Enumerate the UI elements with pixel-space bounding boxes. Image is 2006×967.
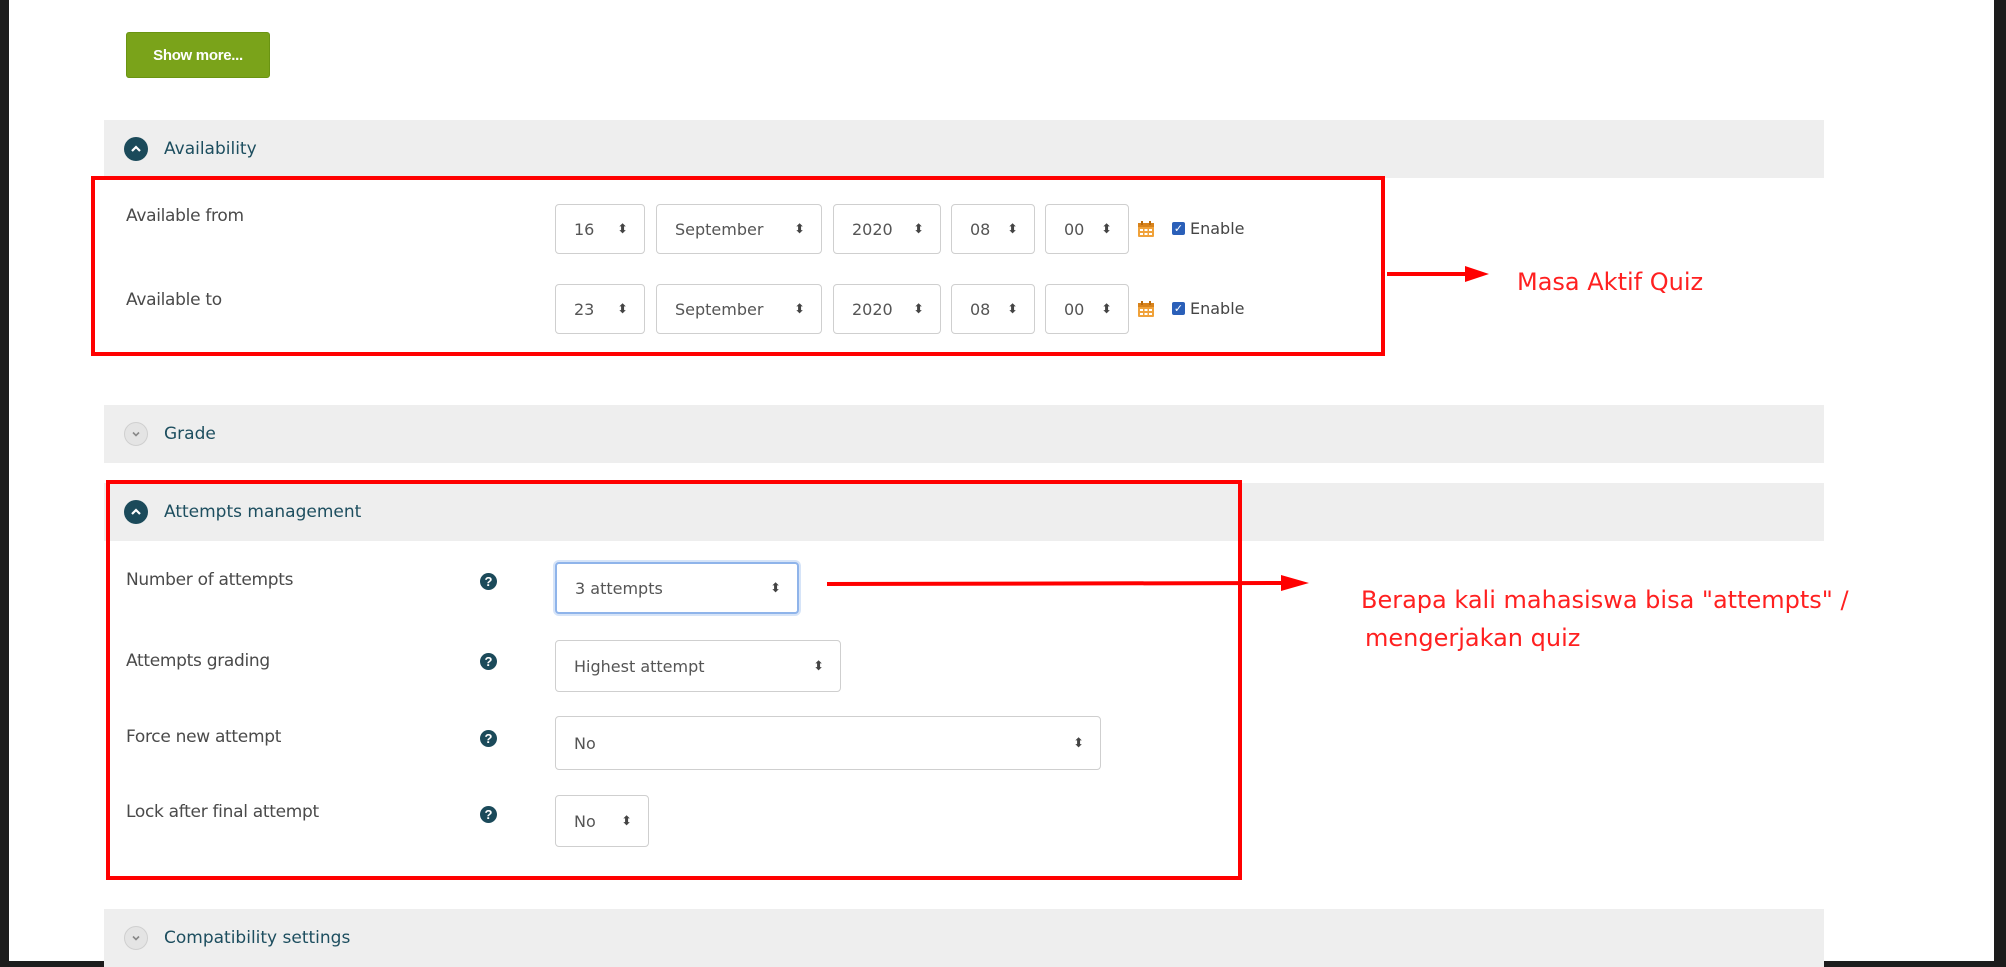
chevron-down-icon[interactable] xyxy=(124,422,148,446)
availability-header[interactable]: Availability xyxy=(104,120,1824,178)
compatibility-header[interactable]: Compatibility settings xyxy=(104,909,1824,967)
annotation-availability-text: Masa Aktif Quiz xyxy=(1517,268,1704,296)
annotation-box-attempts xyxy=(106,480,1242,880)
chevron-down-icon[interactable] xyxy=(124,926,148,950)
page: Show more... Availability Available from… xyxy=(9,0,1994,967)
annotation-box-availability xyxy=(91,176,1385,356)
annotation-arrow-attempts xyxy=(826,575,1309,591)
annotation-attempts-text-line2: mengerjakan quiz xyxy=(1365,624,1581,652)
section-title-compatibility: Compatibility settings xyxy=(164,928,351,948)
section-title-grade: Grade xyxy=(164,424,216,444)
annotation-arrow-availability xyxy=(1387,266,1489,282)
section-title-availability: Availability xyxy=(164,139,257,159)
annotation-attempts-text-line1: Berapa kali mahasiswa bisa "attempts" / xyxy=(1361,586,1849,614)
grade-header[interactable]: Grade xyxy=(104,405,1824,463)
show-more-button[interactable]: Show more... xyxy=(126,32,270,78)
chevron-up-icon[interactable] xyxy=(124,137,148,161)
